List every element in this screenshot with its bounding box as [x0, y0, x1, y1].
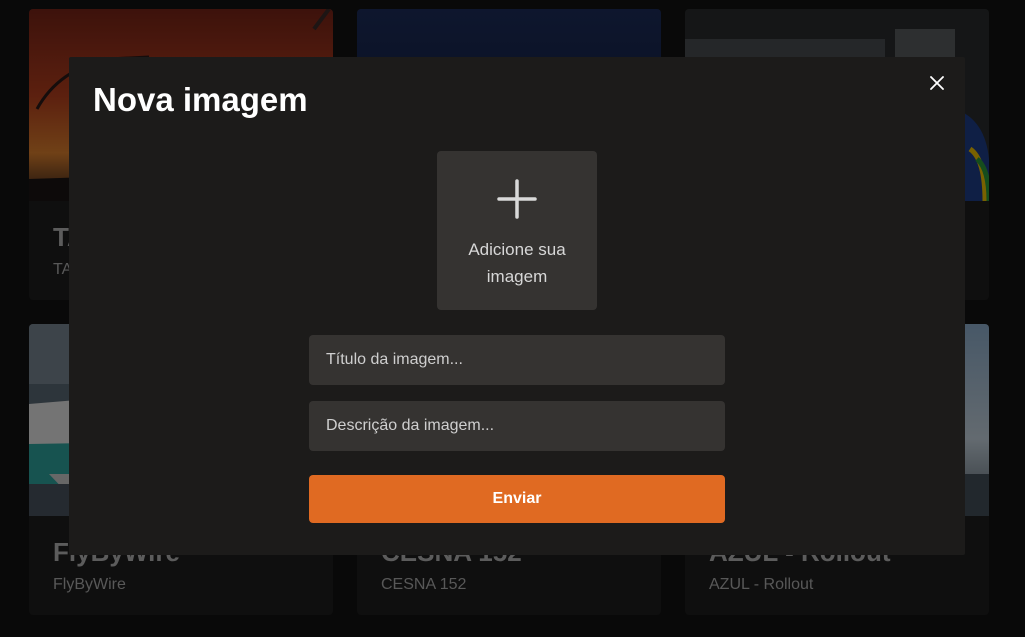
- modal-title: Nova imagem: [93, 81, 308, 118]
- submit-button[interactable]: Enviar: [309, 475, 725, 523]
- close-button[interactable]: [925, 71, 949, 95]
- close-icon: [930, 76, 944, 90]
- image-upload-button[interactable]: Adicione sua imagem: [437, 151, 597, 310]
- upload-label: Adicione sua imagem: [468, 240, 566, 286]
- image-title-input[interactable]: [309, 335, 725, 385]
- image-description-input[interactable]: [309, 401, 725, 451]
- new-image-modal: Nova imagem Adicione sua imagem Enviar: [69, 57, 965, 555]
- plus-icon: [497, 179, 537, 219]
